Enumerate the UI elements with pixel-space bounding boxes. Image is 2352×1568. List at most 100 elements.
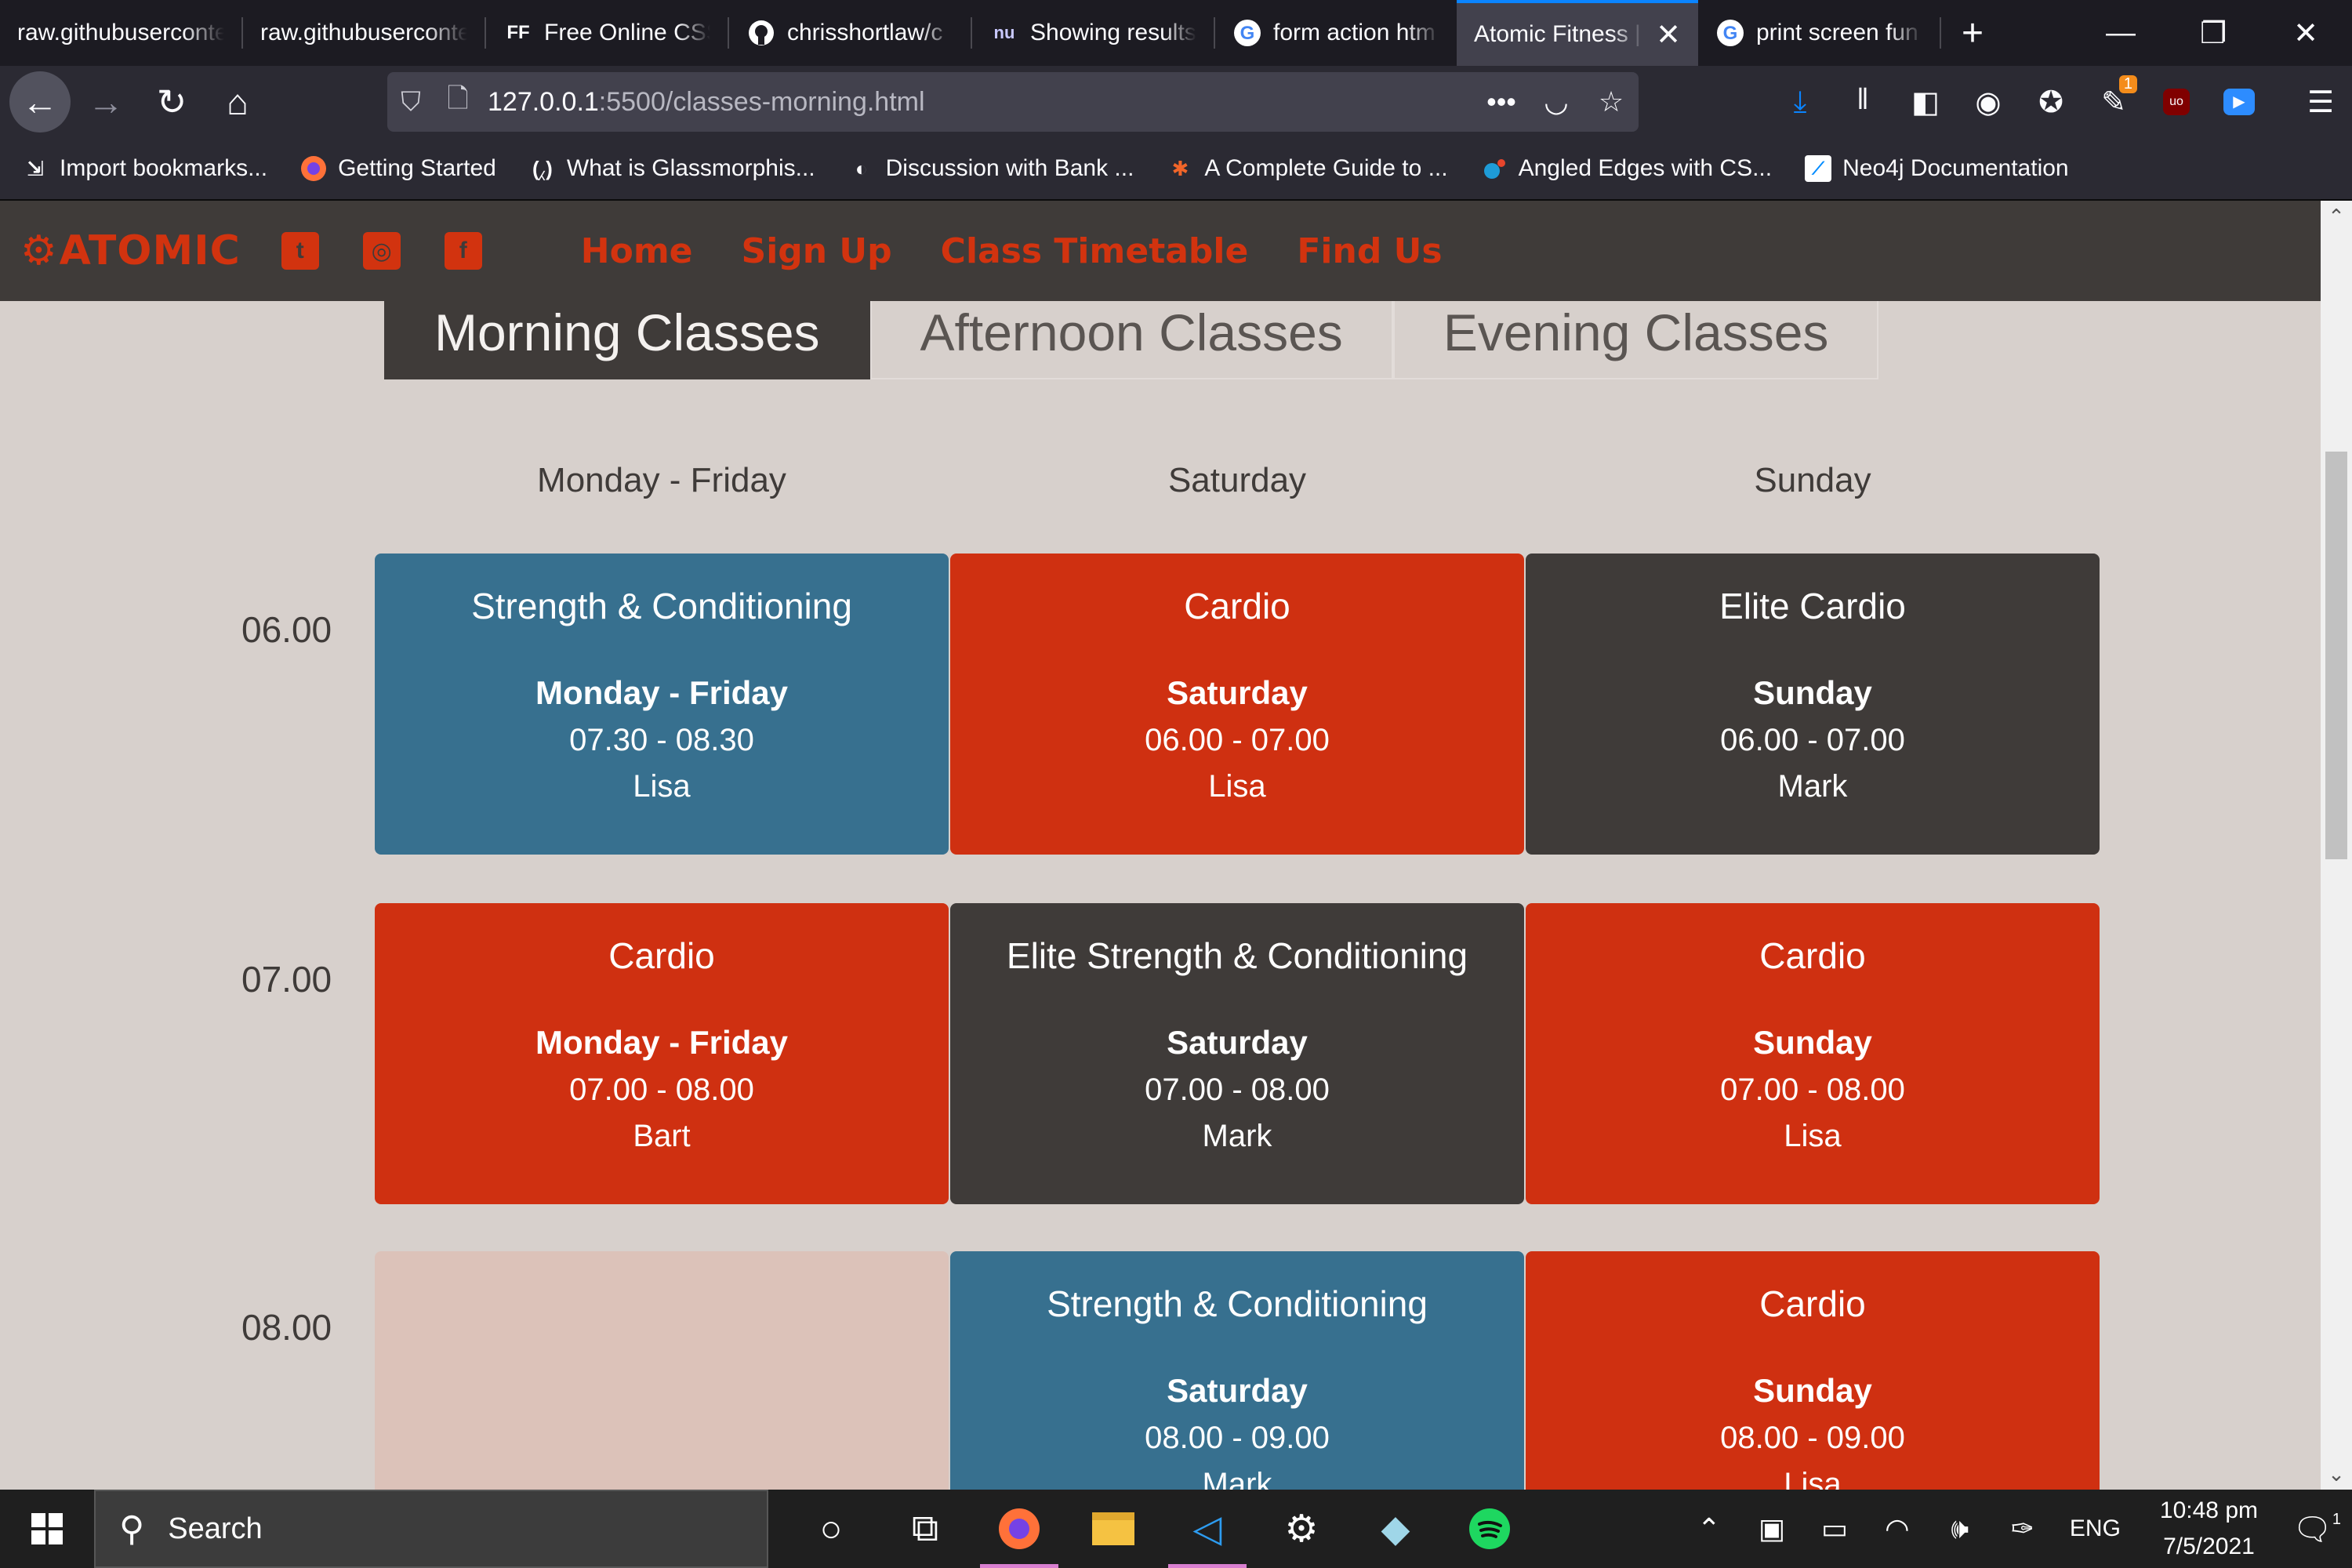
browser-tab-active[interactable]: Atomic Fitness | ✕ bbox=[1457, 0, 1698, 66]
facebook-icon[interactable]: f bbox=[444, 232, 482, 270]
class-card[interactable]: Strength & Conditioning Saturday 08.00 -… bbox=[950, 1251, 1524, 1490]
language-indicator[interactable]: ENG bbox=[2070, 1515, 2121, 1542]
bookmark-item[interactable]: Angled Edges with CS... bbox=[1479, 154, 1772, 183]
more-actions-icon[interactable]: ••• bbox=[1474, 85, 1529, 118]
class-coach: Mark bbox=[1202, 1467, 1272, 1490]
browser-tab[interactable]: chrisshortlaw/c bbox=[729, 0, 971, 66]
nav-link-find-us[interactable]: Find Us bbox=[1297, 231, 1442, 271]
close-window-icon[interactable]: ✕ bbox=[2259, 0, 2352, 66]
account-icon[interactable]: ◉ bbox=[1957, 71, 2020, 133]
twitter-icon[interactable]: t bbox=[281, 232, 319, 270]
search-placeholder: Search bbox=[168, 1512, 263, 1545]
taskbar-search[interactable]: ⚲ Search bbox=[94, 1490, 768, 1568]
class-card[interactable]: Elite Strength & Conditioning Saturday 0… bbox=[950, 903, 1524, 1204]
browser-tab[interactable]: nu Showing results bbox=[972, 0, 1214, 66]
sidebar-icon[interactable]: ◧ bbox=[1894, 71, 1957, 133]
extension-icon[interactable]: ✪ bbox=[2020, 71, 2082, 133]
empty-class-slot bbox=[375, 1251, 949, 1490]
class-time: 08.00 - 09.00 bbox=[1145, 1421, 1330, 1455]
settings-gear-icon[interactable]: ⚙ bbox=[1254, 1490, 1348, 1568]
reload-button[interactable]: ↻ bbox=[141, 71, 202, 132]
browser-tab[interactable]: FF Free Online CSS bbox=[486, 0, 728, 66]
file-explorer-icon[interactable] bbox=[1066, 1490, 1160, 1568]
class-coach: Lisa bbox=[1784, 1467, 1842, 1490]
volume-icon[interactable]: 🕪 bbox=[1929, 1512, 1991, 1546]
notification-icon[interactable]: 🗨 1 bbox=[2281, 1511, 2352, 1548]
gear-icon: ⚙ bbox=[20, 227, 58, 274]
class-card[interactable]: Strength & Conditioning Monday - Friday … bbox=[375, 554, 949, 855]
bookmark-item[interactable]: ✱ A Complete Guide to ... bbox=[1165, 154, 1448, 183]
tab-title: raw.githubusercontent bbox=[17, 20, 224, 45]
class-title: Cardio bbox=[1759, 1283, 1866, 1324]
page-scrollbar[interactable]: ⌃ ⌄ bbox=[2321, 201, 2352, 1490]
bookmark-item[interactable]: Getting Started bbox=[299, 154, 496, 183]
scroll-down-icon[interactable]: ⌄ bbox=[2321, 1458, 2352, 1490]
task-view-icon[interactable]: ⧉ bbox=[878, 1490, 972, 1568]
library-icon[interactable]: 𝍪 bbox=[1831, 71, 1894, 133]
class-coach: Lisa bbox=[633, 769, 691, 804]
class-coach: Lisa bbox=[1208, 769, 1266, 804]
class-card[interactable]: Cardio Sunday 08.00 - 09.00 Lisa bbox=[1526, 1251, 2100, 1490]
tab-title: raw.githubusercontent bbox=[260, 20, 467, 45]
back-button[interactable]: ← bbox=[9, 71, 71, 132]
class-day: Monday - Friday bbox=[535, 674, 789, 711]
downloads-icon[interactable]: ⤓ bbox=[1769, 71, 1831, 133]
scroll-up-icon[interactable]: ⌃ bbox=[2321, 201, 2352, 232]
class-card[interactable]: Cardio Monday - Friday 07.00 - 08.00 Bar… bbox=[375, 903, 949, 1204]
meet-now-icon[interactable]: ▣ bbox=[1740, 1512, 1803, 1545]
day-heading: Sunday bbox=[1754, 461, 1871, 499]
nav-link-class-timetable[interactable]: Class Timetable bbox=[941, 231, 1249, 271]
wifi-icon[interactable]: ◠ bbox=[1866, 1512, 1929, 1545]
url-text[interactable]: 127.0.0.1:5500/classes-morning.html bbox=[481, 87, 1474, 118]
bookmark-item[interactable]: ◐ Discussion with Bank ... bbox=[847, 154, 1134, 183]
google-icon: G bbox=[1715, 18, 1745, 48]
bookmark-item[interactable]: ⟋ Neo4j Documentation bbox=[1803, 154, 2069, 183]
ublock-icon[interactable]: uo bbox=[2145, 71, 2208, 133]
battery-icon[interactable]: ▭ bbox=[1803, 1512, 1866, 1545]
spotify-icon[interactable] bbox=[1443, 1490, 1537, 1568]
time-label: 08.00 bbox=[241, 1307, 332, 1348]
close-tab-icon[interactable]: ✕ bbox=[1656, 17, 1681, 53]
browser-tab[interactable]: raw.githubusercontent bbox=[0, 0, 241, 66]
extension-badge-icon[interactable]: ✎ 1 bbox=[2082, 71, 2145, 133]
shield-icon[interactable]: ⛉ bbox=[387, 87, 434, 118]
vscode-icon[interactable]: ◁ bbox=[1160, 1490, 1254, 1568]
nav-link-home[interactable]: Home bbox=[581, 231, 693, 271]
browser-tab[interactable]: Gprint screen fun bbox=[1698, 0, 1940, 66]
bookmark-item[interactable]: ⇲ Import bookmarks... bbox=[20, 154, 267, 183]
browser-tab[interactable]: Gform action htm bbox=[1215, 0, 1457, 66]
start-button[interactable] bbox=[0, 1490, 94, 1568]
instagram-icon[interactable]: ◎ bbox=[362, 232, 401, 270]
zoom-extension-icon[interactable]: ▶ bbox=[2208, 71, 2270, 133]
pen-icon[interactable]: ✑ bbox=[1991, 1512, 2054, 1545]
firefox-icon bbox=[299, 154, 328, 183]
home-button[interactable]: ⌂ bbox=[207, 71, 268, 132]
restore-icon[interactable]: ❐ bbox=[2167, 0, 2259, 66]
minimize-icon[interactable]: — bbox=[2074, 0, 2167, 66]
url-bar[interactable]: ⛉ 🗋 127.0.0.1:5500/classes-morning.html … bbox=[387, 72, 1639, 132]
class-title: Elite Cardio bbox=[1719, 586, 1906, 626]
atomic-logo[interactable]: ⚙ ATOMIC bbox=[20, 227, 241, 274]
social-links: t ◎ f bbox=[281, 232, 526, 270]
search-icon: ⚲ bbox=[119, 1509, 145, 1548]
scrollbar-thumb[interactable] bbox=[2325, 452, 2347, 859]
class-card[interactable]: Elite Cardio Sunday 06.00 - 07.00 Mark bbox=[1526, 554, 2100, 855]
class-card[interactable]: Cardio Saturday 06.00 - 07.00 Lisa bbox=[950, 554, 1524, 855]
menu-icon[interactable]: ☰ bbox=[2289, 71, 2352, 133]
class-coach: Mark bbox=[1202, 1119, 1272, 1153]
browser-tab[interactable]: raw.githubusercontent bbox=[243, 0, 485, 66]
bookmark-star-icon[interactable]: ☆ bbox=[1584, 85, 1639, 118]
bookmark-item[interactable]: (⁁) What is Glassmorphis... bbox=[528, 154, 815, 183]
class-day: Saturday bbox=[1167, 1024, 1308, 1061]
firefox-taskbar-icon[interactable] bbox=[972, 1490, 1066, 1568]
new-tab-button[interactable]: + bbox=[1941, 0, 2004, 66]
class-day: Saturday bbox=[1167, 674, 1308, 711]
forward-button[interactable]: → bbox=[75, 71, 136, 132]
taskbar-clock[interactable]: 10:48 pm 7/5/2021 bbox=[2160, 1493, 2258, 1565]
class-card[interactable]: Cardio Sunday 07.00 - 08.00 Lisa bbox=[1526, 903, 2100, 1204]
app-icon[interactable]: ◆ bbox=[1348, 1490, 1443, 1568]
cortana-icon[interactable]: ○ bbox=[784, 1490, 878, 1568]
chevron-up-icon[interactable]: ⌃ bbox=[1678, 1512, 1740, 1545]
pocket-icon[interactable]: ◡ bbox=[1529, 85, 1584, 118]
nav-link-sign-up[interactable]: Sign Up bbox=[742, 231, 892, 271]
